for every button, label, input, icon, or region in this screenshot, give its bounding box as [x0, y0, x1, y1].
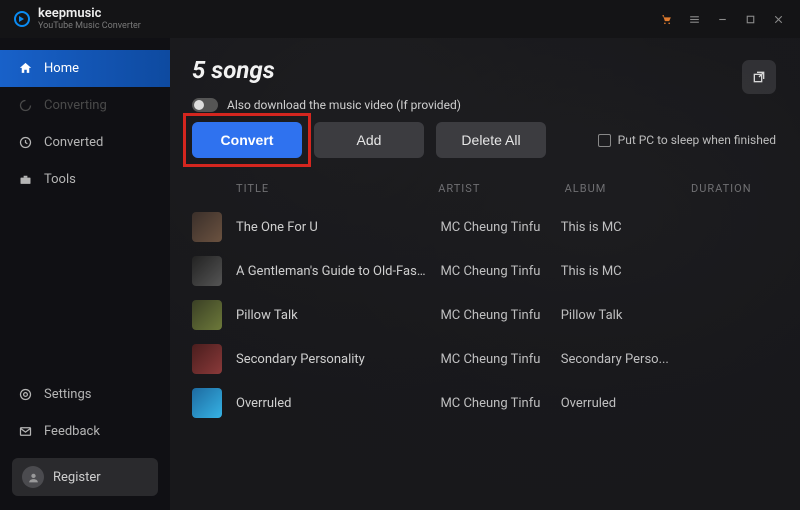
table-row[interactable]: Pillow Talk MC Cheung Tinfu Pillow Talk [192, 293, 776, 337]
track-album: This is MC [561, 220, 691, 235]
delete-all-button[interactable]: Delete All [436, 122, 546, 158]
sidebar: Home Converting Converted Tools [0, 38, 170, 510]
mail-icon [18, 424, 33, 439]
col-album: ALBUM [565, 182, 691, 195]
menu-icon[interactable] [680, 5, 708, 33]
sidebar-item-label: Tools [44, 172, 76, 187]
gear-icon [18, 387, 33, 402]
sidebar-item-label: Home [44, 61, 79, 76]
sleep-label: Put PC to sleep when finished [618, 133, 776, 147]
track-artist: MC Cheung Tinfu [440, 396, 560, 411]
track-artist: MC Cheung Tinfu [440, 352, 560, 367]
page-title: 5 songs [192, 56, 776, 84]
action-row: Convert Add Delete All Put PC to sleep w… [192, 122, 776, 158]
track-title: A Gentleman's Guide to Old-Fashioned D..… [236, 264, 440, 279]
track-title: Secondary Personality [236, 352, 440, 367]
register-button[interactable]: Register [12, 458, 158, 496]
app-subtitle: YouTube Music Converter [38, 21, 141, 31]
close-icon[interactable] [764, 5, 792, 33]
track-thumb [192, 388, 222, 418]
sidebar-item-label: Settings [44, 387, 91, 402]
minimize-icon[interactable] [708, 5, 736, 33]
table-row[interactable]: The One For U MC Cheung Tinfu This is MC [192, 205, 776, 249]
track-artist: MC Cheung Tinfu [440, 264, 560, 279]
add-button[interactable]: Add [314, 122, 424, 158]
table-row[interactable]: A Gentleman's Guide to Old-Fashioned D..… [192, 249, 776, 293]
download-video-toggle[interactable] [192, 98, 218, 112]
register-label: Register [53, 470, 101, 485]
col-duration: DURATION [691, 182, 776, 195]
track-artist: MC Cheung Tinfu [440, 308, 560, 323]
app-name: keepmusic [38, 7, 141, 20]
main-panel: 5 songs Also download the music video (I… [170, 38, 800, 510]
col-artist: ARTIST [438, 182, 564, 195]
track-title: Pillow Talk [236, 308, 440, 323]
convert-button[interactable]: Convert [192, 122, 302, 158]
sidebar-item-label: Converted [44, 135, 103, 150]
table-row[interactable]: Overruled MC Cheung Tinfu Overruled [192, 381, 776, 425]
cart-icon[interactable] [652, 5, 680, 33]
sleep-option[interactable]: Put PC to sleep when finished [598, 133, 776, 147]
titlebar: keepmusic YouTube Music Converter [0, 0, 800, 38]
track-album: This is MC [561, 264, 691, 279]
sidebar-item-tools[interactable]: Tools [0, 161, 170, 198]
track-thumb [192, 344, 222, 374]
sidebar-item-converted[interactable]: Converted [0, 124, 170, 161]
app-window: keepmusic YouTube Music Converter Hom [0, 0, 800, 510]
track-thumb [192, 300, 222, 330]
home-icon [18, 61, 33, 76]
table-row[interactable]: Secondary Personality MC Cheung Tinfu Se… [192, 337, 776, 381]
track-album: Pillow Talk [561, 308, 691, 323]
app-logo-icon [14, 11, 30, 27]
track-album: Overruled [561, 396, 691, 411]
download-video-label: Also download the music video (If provid… [227, 98, 461, 112]
sidebar-item-label: Converting [44, 98, 107, 113]
sidebar-item-converting[interactable]: Converting [0, 87, 170, 124]
track-artist: MC Cheung Tinfu [440, 220, 560, 235]
open-external-button[interactable] [742, 60, 776, 94]
track-title: The One For U [236, 220, 440, 235]
clock-icon [18, 135, 33, 150]
download-video-row: Also download the music video (If provid… [192, 98, 776, 112]
app-body: Home Converting Converted Tools [0, 38, 800, 510]
track-thumb [192, 212, 222, 242]
col-title: TITLE [236, 182, 438, 195]
spinner-icon [18, 98, 33, 113]
toolbox-icon [18, 172, 33, 187]
maximize-icon[interactable] [736, 5, 764, 33]
sidebar-item-settings[interactable]: Settings [0, 376, 170, 413]
table-header: TITLE ARTIST ALBUM DURATION [192, 162, 776, 205]
sleep-checkbox[interactable] [598, 134, 611, 147]
sidebar-item-home[interactable]: Home [0, 50, 170, 87]
user-icon [22, 466, 44, 488]
sidebar-item-label: Feedback [44, 424, 100, 439]
track-album: Secondary Perso... [561, 352, 691, 367]
track-title: Overruled [236, 396, 440, 411]
sidebar-item-feedback[interactable]: Feedback [0, 413, 170, 450]
app-title-block: keepmusic YouTube Music Converter [38, 7, 141, 31]
track-thumb [192, 256, 222, 286]
